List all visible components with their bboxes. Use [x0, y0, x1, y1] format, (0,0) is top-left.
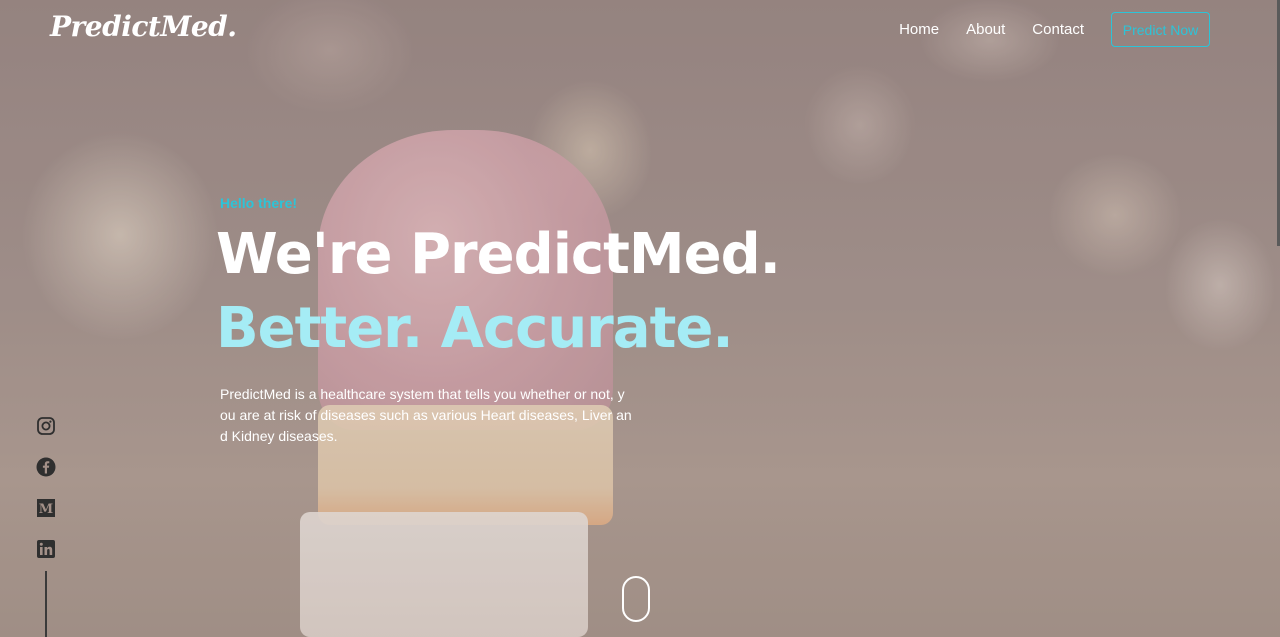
predict-now-button[interactable]: Predict Now	[1111, 12, 1210, 47]
instagram-icon[interactable]	[36, 416, 56, 436]
linkedin-icon[interactable]	[36, 539, 56, 559]
facebook-icon[interactable]	[36, 457, 56, 477]
scroll-down-indicator[interactable]	[622, 576, 650, 622]
hero-headline: We're PredictMed.	[216, 222, 781, 287]
svg-text:M: M	[39, 502, 53, 517]
hero-greeting: Hello there!	[220, 195, 298, 211]
hero-subheadline: Better. Accurate.	[216, 296, 734, 361]
hero-description: PredictMed is a healthcare system that t…	[220, 386, 632, 444]
nav-about[interactable]: About	[966, 21, 1005, 38]
nav-contact[interactable]: Contact	[1032, 21, 1084, 38]
brand-logo[interactable]: PredictMed.	[50, 10, 237, 43]
social-links: M	[36, 416, 56, 580]
medium-icon[interactable]: M	[36, 498, 56, 518]
main-nav: Home About Contact Predict Now	[872, 12, 1210, 47]
nav-home[interactable]: Home	[899, 21, 939, 38]
social-divider-line	[45, 571, 47, 637]
